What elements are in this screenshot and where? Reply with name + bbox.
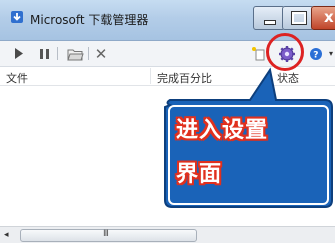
toolbar-separator — [57, 47, 58, 60]
highlight-ring — [266, 33, 304, 71]
download-manager-window: Microsoft 下载管理器 x ✕ ? ▾ 文件 完成百分比 状态 ◂ II… — [0, 0, 335, 244]
delete-icon: ✕ — [94, 44, 108, 63]
download-list[interactable] — [0, 86, 335, 226]
app-download-icon — [11, 11, 23, 23]
minimize-icon — [264, 20, 276, 25]
scroll-grip: III — [103, 229, 109, 239]
maximize-icon — [291, 11, 307, 25]
window-controls: x — [253, 6, 335, 30]
pause-icon — [39, 48, 49, 59]
help-icon: ? — [310, 47, 322, 60]
open-folder-button[interactable] — [66, 45, 84, 62]
minimize-button[interactable] — [253, 6, 285, 30]
play-icon — [15, 48, 23, 59]
window-title: Microsoft 下载管理器 — [30, 13, 149, 27]
delete-button[interactable]: ✕ — [93, 44, 109, 63]
svg-text:?: ? — [313, 50, 318, 60]
scroll-left-icon[interactable]: ◂ — [4, 230, 9, 240]
column-divider[interactable] — [150, 68, 151, 84]
close-button[interactable]: x — [311, 6, 335, 30]
chevron-down-icon: ▾ — [328, 49, 333, 58]
open-folder-icon — [66, 49, 84, 60]
pause-button[interactable] — [37, 45, 51, 62]
column-progress[interactable]: 完成百分比 — [157, 70, 212, 86]
horizontal-scrollbar[interactable]: ◂ III — [0, 226, 335, 243]
play-button[interactable] — [12, 45, 26, 62]
toolbar-separator — [88, 47, 89, 60]
help-button[interactable]: ? — [308, 45, 324, 62]
maximize-button[interactable] — [282, 6, 314, 30]
column-divider[interactable] — [270, 68, 271, 84]
column-file[interactable]: 文件 — [6, 70, 28, 86]
help-menu-arrow[interactable]: ▾ — [326, 45, 335, 62]
column-status[interactable]: 状态 — [277, 70, 299, 86]
close-icon: x — [324, 8, 334, 26]
scroll-thumb[interactable]: III — [20, 229, 197, 242]
callout-line-1: 进入设置 — [176, 118, 269, 143]
callout-line-2: 界面 — [176, 162, 223, 187]
new-download-icon — [252, 46, 265, 60]
